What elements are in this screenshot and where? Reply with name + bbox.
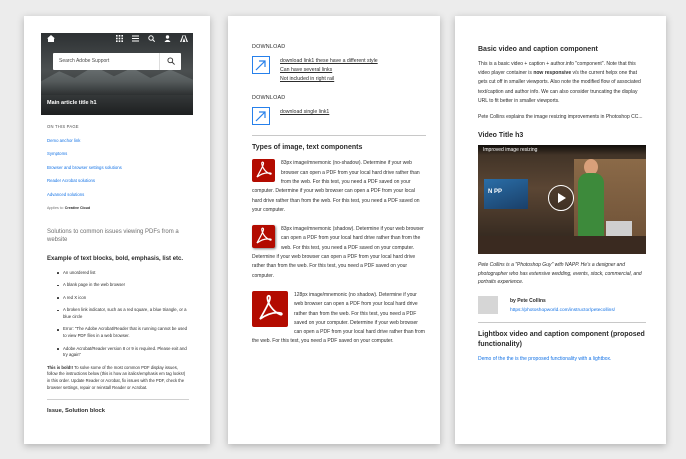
- adobe-logo-icon[interactable]: [180, 35, 188, 42]
- search-icon: [167, 57, 175, 65]
- list-item: A red X icon: [57, 295, 189, 302]
- author-info: by Pete Collins https://photoshopworld.c…: [478, 296, 646, 314]
- download-single-link[interactable]: download single link1: [280, 108, 329, 117]
- presenter: [578, 173, 604, 244]
- divider: [47, 399, 189, 401]
- top-nav-bar: [41, 33, 193, 46]
- toc-link-demo-anchor[interactable]: Demo anchor link: [47, 138, 189, 143]
- search-box[interactable]: Search Adobe Support: [53, 53, 181, 70]
- section-heading: Types of image, text components: [252, 144, 363, 152]
- search-icon[interactable]: [148, 35, 156, 43]
- download-icon[interactable]: [252, 56, 270, 74]
- list-item: An unordered list: [57, 270, 189, 277]
- avatar: [478, 296, 498, 314]
- download-block-multi: download link1 these have a different st…: [252, 56, 426, 83]
- block-text: 83px image/mnemonic (no-shadow). Determi…: [252, 160, 420, 213]
- list-item: Error: "The Adobe Acrobat/Reader that is…: [57, 326, 188, 339]
- napp-sign: N PP: [488, 189, 503, 196]
- download-link-2[interactable]: Can have several links: [280, 66, 378, 75]
- acrobat-pdf-icon: [252, 159, 275, 183]
- block-text: 83px image/mnemonic (shadow). Determine …: [252, 226, 424, 279]
- home-icon[interactable]: [47, 35, 57, 44]
- video-component-preview: Basic video and caption component This i…: [455, 16, 666, 444]
- video-title-heading: Video Title h3: [478, 132, 524, 140]
- video-title: Improved image resizing: [483, 147, 538, 154]
- image-text-block-no-shadow: 83px image/mnemonic (no-shadow). Determi…: [252, 159, 426, 215]
- search-button[interactable]: [159, 53, 181, 70]
- issue-heading: Issue, Solution block: [47, 408, 105, 415]
- toc-link-browser-solutions[interactable]: Browser and browser settings solutions: [47, 165, 189, 170]
- toc-link-symptoms[interactable]: Symptoms: [47, 151, 189, 156]
- section-heading: Example of text blocks, bold, emphasis, …: [47, 255, 184, 262]
- download-block-single: download single link1: [252, 107, 426, 126]
- user-icon[interactable]: [164, 35, 171, 42]
- article-body: ON THIS PAGE Demo anchor link Symptoms B…: [47, 124, 189, 414]
- components-preview: DOWNLOAD download link1 these have a dif…: [228, 16, 440, 444]
- laptop: [606, 221, 632, 238]
- menu-icon[interactable]: [132, 35, 139, 42]
- stage-floor: [478, 236, 646, 255]
- article-subtitle: Solutions to common issues viewing PDFs …: [47, 228, 179, 243]
- grid-icon[interactable]: [116, 35, 123, 42]
- mobile-article-preview: Search Adobe Support Main article title …: [24, 16, 210, 444]
- toc-link-advanced-solutions[interactable]: Advanced solutions: [47, 192, 189, 197]
- image-text-block-large: 128px image/mnemonic (no shadow). Determ…: [252, 290, 426, 347]
- video-player[interactable]: N PP Improved image resizing: [478, 145, 646, 255]
- list-item: A broken link indicator, such as a red s…: [57, 307, 189, 320]
- acrobat-pdf-icon: [252, 290, 288, 327]
- play-icon: [558, 193, 566, 204]
- body-paragraph: This is bold!! To solve some of the most…: [47, 364, 186, 390]
- components-body: DOWNLOAD download link1 these have a dif…: [252, 44, 426, 347]
- download-icon[interactable]: [252, 107, 270, 126]
- video-caption: Pete Collins is a "Photoshop Guy" with N…: [478, 262, 642, 286]
- list-item: Adobe Acrobat/Reader version 8 or 9 is r…: [57, 346, 189, 359]
- acrobat-pdf-icon: [252, 225, 275, 249]
- intro-paragraph: This is a basic video + caption + author…: [478, 61, 641, 104]
- play-button[interactable]: [548, 185, 574, 212]
- download-link-3[interactable]: Not included in right rail: [280, 75, 378, 84]
- download-label: DOWNLOAD: [252, 44, 286, 50]
- divider: [252, 135, 426, 137]
- page-title: Main article title h1: [47, 100, 97, 106]
- toc-link-reader-solutions[interactable]: Reader Acrobat solutions: [47, 178, 189, 183]
- image-text-block-shadow: 83px image/mnemonic (shadow). Determine …: [252, 225, 426, 281]
- hero-banner: Search Adobe Support Main article title …: [41, 33, 193, 115]
- download-label: DOWNLOAD: [252, 95, 286, 102]
- bullet-list: An unordered list A blank page in the we…: [47, 270, 189, 359]
- author-byline: by Pete Collins: [510, 298, 546, 304]
- list-item: A blank page in the web browser: [57, 282, 189, 289]
- section-heading: Basic video and caption component: [478, 46, 598, 53]
- download-link-1[interactable]: download link1 these have a different st…: [280, 57, 378, 66]
- divider: [478, 322, 646, 323]
- video-intro-text: Pete Collins explains the image resizing…: [478, 114, 643, 121]
- lightbox-heading: Lightbox video and caption component (pr…: [478, 331, 645, 348]
- video-body: Basic video and caption component This i…: [478, 46, 646, 362]
- lightbox-demo-link[interactable]: Demo of the the is the proposed function…: [478, 356, 646, 362]
- on-this-page-label: ON THIS PAGE: [47, 124, 79, 129]
- search-input[interactable]: Search Adobe Support: [59, 58, 109, 64]
- author-link[interactable]: https://photoshopworld.com/instructor/pe…: [510, 308, 615, 313]
- applies-to: Applies to: Creative Cloud: [47, 205, 91, 210]
